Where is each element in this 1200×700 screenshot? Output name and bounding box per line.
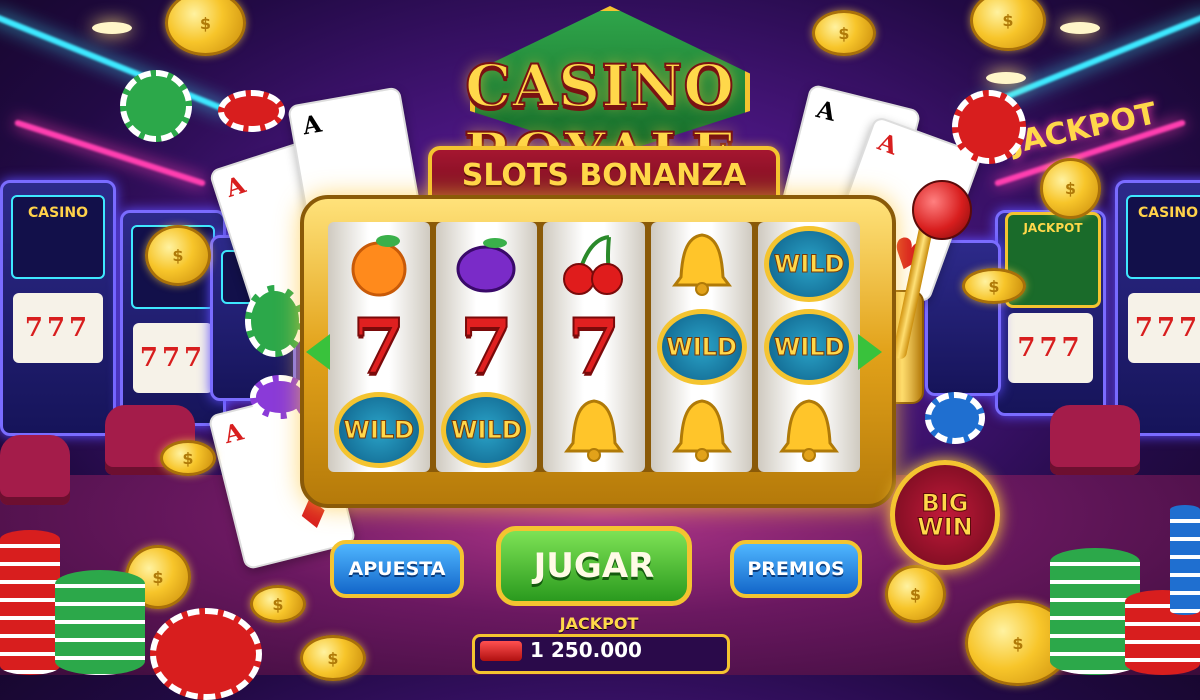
- bell-icon: [657, 228, 747, 300]
- gold-coin: [962, 268, 1026, 304]
- plum-icon: [441, 228, 531, 300]
- casino-stool: [0, 435, 70, 505]
- jackpot-neon-sign: JACKPOT: [1007, 96, 1160, 162]
- bell-icon: [764, 394, 854, 466]
- machine-reels: 777: [13, 293, 103, 363]
- ceiling-light: [1060, 22, 1100, 34]
- gold-coin: [812, 10, 876, 56]
- poker-chip: [150, 608, 262, 700]
- poker-chip: [218, 90, 285, 132]
- machine-label: CASINO: [1137, 205, 1199, 221]
- jackpot-value: 1 250.000: [530, 638, 642, 662]
- cherry-icon: [549, 228, 639, 300]
- poker-chip: [245, 285, 305, 357]
- gold-coin: [145, 225, 211, 286]
- reels-window: 7 WILD 7 WILD 7 WILD WILD WILD: [328, 222, 860, 472]
- reel-1: 7 WILD: [328, 222, 430, 472]
- gold-coin: [970, 0, 1046, 51]
- big-win-line2: WIN: [917, 513, 973, 541]
- right-arrow-icon[interactable]: [858, 334, 882, 370]
- poker-chip: [120, 70, 192, 142]
- gold-coin: [250, 585, 306, 623]
- seven-symbol: 7: [351, 301, 406, 391]
- machine-reels: 777: [1008, 313, 1093, 383]
- background-slot-machine: CASINO 777: [1115, 180, 1200, 436]
- bet-button[interactable]: APUESTA: [330, 540, 464, 598]
- jackpot-indicator: [480, 641, 522, 661]
- play-button[interactable]: JUGAR: [496, 526, 692, 606]
- machine-reels: 777: [133, 323, 213, 393]
- background-slot-machine: CASINO 777: [0, 180, 116, 436]
- lever-handle[interactable]: [912, 180, 972, 240]
- wild-symbol: WILD: [764, 308, 855, 385]
- reel-5: WILD WILD: [758, 222, 860, 472]
- bell-icon: [549, 394, 639, 466]
- wild-symbol: WILD: [333, 392, 424, 469]
- jackpot-label: JACKPOT: [559, 614, 639, 633]
- chip-stack: [0, 530, 60, 675]
- gold-coin: [160, 440, 216, 476]
- poker-chip: [952, 90, 1026, 164]
- machine-reels: 777: [1128, 293, 1200, 363]
- machine-label: CASINO: [27, 205, 89, 221]
- chip-stack: [1170, 505, 1200, 615]
- gold-coin: [300, 635, 366, 681]
- casino-stool: [1050, 405, 1140, 475]
- gold-coin: [1040, 158, 1101, 219]
- big-win-line1: BIG: [921, 489, 969, 517]
- bell-icon: [657, 394, 747, 466]
- poker-chip: [925, 392, 985, 444]
- game-subtitle: SLOTS BONANZA: [461, 158, 747, 193]
- seven-symbol: 7: [567, 301, 622, 391]
- big-win-badge: BIG WIN: [890, 460, 1000, 570]
- ceiling-light: [986, 72, 1026, 84]
- seven-symbol: 7: [459, 301, 514, 391]
- ceiling-light: [92, 22, 132, 34]
- left-arrow-icon[interactable]: [306, 334, 330, 370]
- wild-symbol: WILD: [656, 308, 747, 385]
- reel-4: WILD: [650, 222, 753, 472]
- jackpot-panel-label: JACKPOT: [1023, 221, 1083, 235]
- orange-icon: [334, 228, 424, 300]
- reel-3: 7: [543, 222, 645, 472]
- wild-symbol: WILD: [764, 225, 855, 302]
- chip-stack: [55, 570, 145, 675]
- gold-coin: [885, 565, 946, 623]
- prizes-button[interactable]: PREMIOS: [730, 540, 862, 598]
- gold-coin: [165, 0, 246, 56]
- reel-2: 7 WILD: [435, 222, 538, 472]
- wild-symbol: WILD: [441, 392, 532, 469]
